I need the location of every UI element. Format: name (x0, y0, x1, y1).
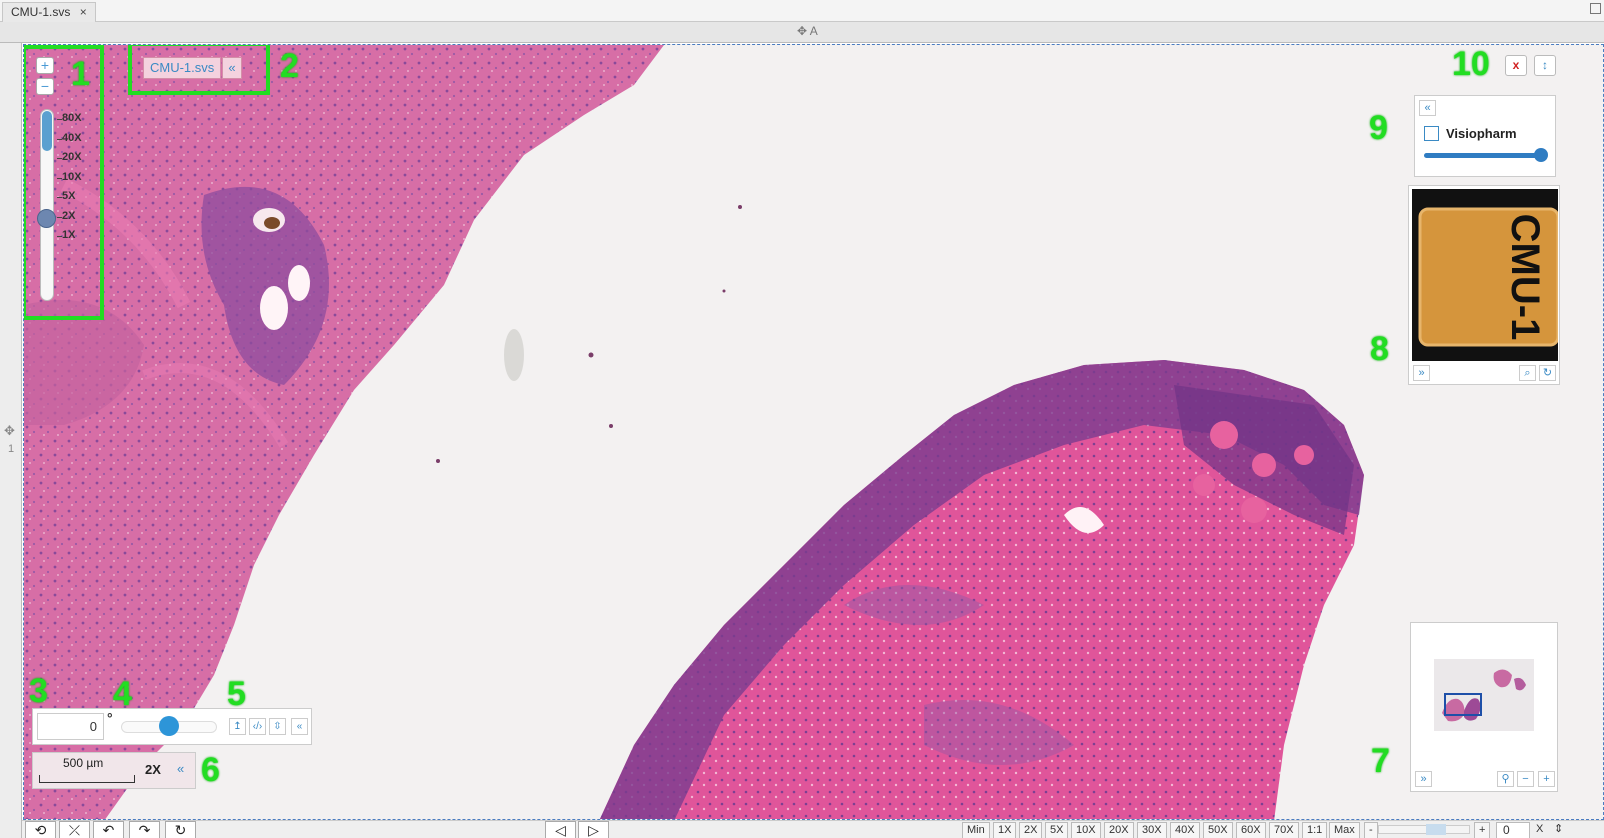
rotation-reset-button[interactable]: ↥ (229, 718, 246, 735)
mag-min-button[interactable]: Min (962, 822, 990, 838)
bottom-toolbar: ⟲ ⤫ ↶ ↷ ↻ ◁ ▷ Min 1X 2X 5X 10X 20X 30X 4… (22, 820, 1604, 838)
rotate-left-tool-icon[interactable]: ↶ (93, 821, 124, 838)
navigator-zoom-in-button[interactable]: + (1538, 771, 1555, 787)
slide-label-zoom-button[interactable]: ⌕ (1519, 365, 1536, 381)
tab-close-icon[interactable]: × (80, 5, 87, 19)
file-label-collapse-button[interactable]: « (222, 57, 242, 79)
mag-60x-button[interactable]: 60X (1236, 822, 1266, 838)
navigator-pin-button[interactable]: ⚲ (1497, 771, 1514, 787)
layer-visiopharm-checkbox[interactable] (1424, 126, 1439, 141)
previous-slide-button[interactable]: ◁ (545, 821, 576, 838)
mag-20x-button[interactable]: 20X (1104, 822, 1134, 838)
mag-1x-button[interactable]: 1X (993, 822, 1017, 838)
slide-label-image: CMU-1 (1412, 189, 1558, 361)
callout-number-3: 3 (29, 672, 48, 710)
navigator-panel: » ⚲ − + (1410, 622, 1558, 792)
mag-70x-button[interactable]: 70X (1269, 822, 1299, 838)
tab-cmu1[interactable]: CMU-1.svs × (2, 2, 96, 22)
rotation-flip-button[interactable]: ‹/› (249, 718, 266, 735)
mag-max-button[interactable]: Max (1329, 822, 1360, 838)
scale-collapse-button[interactable]: « (177, 761, 184, 776)
rotation-angle-input[interactable]: 0 (37, 713, 104, 740)
slide-label-rotate-button[interactable]: ↻ (1539, 365, 1556, 381)
mag-5x-button[interactable]: 5X (1045, 822, 1069, 838)
scale-bar-length: 500 µm (63, 756, 104, 770)
slide-label-photo: CMU-1 (1412, 189, 1558, 361)
zoom-bar-plus-button[interactable]: + (1474, 822, 1491, 838)
zoom-bar-minus-button[interactable]: - (1364, 822, 1378, 838)
move-handle[interactable]: ✥ A (797, 24, 818, 38)
next-slide-button[interactable]: ▷ (578, 821, 609, 838)
layer-opacity-slider[interactable] (1424, 153, 1546, 158)
zoom-spin-button[interactable]: ⇕ (1550, 822, 1567, 838)
maximize-icon[interactable] (1590, 3, 1601, 14)
app-window: CMU-1.svs × ✥ A ✥ 1 1 + − 80X 40X 20X 10… (0, 0, 1604, 838)
callout-number-6: 6 (201, 751, 220, 789)
layer-opacity-knob[interactable] (1534, 148, 1548, 162)
tab-bar: CMU-1.svs × (0, 0, 1604, 22)
rotate-all-tool-icon[interactable]: ⟲ (25, 821, 56, 838)
reset-view-tool-icon[interactable]: ⤫ (59, 821, 90, 838)
layer-panel-collapse-button[interactable]: « (1419, 100, 1436, 116)
slide-label-expand-button[interactable]: » (1413, 365, 1430, 381)
zoom-slider-fill (42, 111, 52, 151)
navigator-zoom-out-button[interactable]: − (1517, 771, 1534, 787)
zoom-level-20x[interactable]: 20X (62, 151, 82, 163)
slide-label-panel: CMU-1 » ⌕ ↻ (1408, 185, 1560, 385)
callout-number-8: 8 (1370, 330, 1389, 368)
zoom-slider-track[interactable] (40, 109, 54, 301)
navigator-thumbnail[interactable] (1434, 659, 1534, 731)
file-name-label[interactable]: CMU-1.svs (143, 57, 222, 79)
zoom-clear-button[interactable]: X (1532, 822, 1547, 838)
zoom-out-button[interactable]: − (36, 78, 54, 95)
rotation-collapse-button[interactable]: « (291, 718, 308, 735)
zoom-panel: + − 80X 40X 20X 10X 5X 2X 1X (24, 45, 104, 317)
zoom-value-field[interactable]: 0 (1496, 822, 1530, 838)
tab-title: CMU-1.svs (11, 5, 71, 19)
layer-panel: « Visiopharm (1414, 95, 1556, 177)
slide-label-text: CMU-1 (1503, 214, 1547, 341)
tissue-image (24, 45, 1364, 819)
navigator-viewport-rect[interactable] (1444, 693, 1482, 716)
callout-number-9: 9 (1369, 109, 1388, 147)
zoom-slider-knob[interactable] (37, 209, 56, 228)
viewer-index: 1 (8, 443, 15, 455)
rotate-cw-tool-icon[interactable]: ↻ (165, 821, 196, 838)
rotate-right-tool-icon[interactable]: ↷ (129, 821, 160, 838)
move-icon[interactable]: ✥ (4, 423, 15, 439)
zoom-level-40x[interactable]: 40X (62, 132, 82, 144)
rotation-slider-knob[interactable] (159, 716, 179, 736)
expand-viewer-button[interactable]: ↕ (1534, 55, 1556, 76)
scale-magnification: 2X (145, 762, 161, 777)
zoom-level-80x[interactable]: 80X (62, 112, 82, 124)
mag-40x-button[interactable]: 40X (1170, 822, 1200, 838)
scale-bar-panel: 500 µm 2X « (32, 752, 196, 789)
callout-number-7: 7 (1371, 742, 1390, 780)
slide-viewport[interactable]: 1 + − 80X 40X 20X 10X 5X 2X 1X 2 CMU-1.s… (23, 44, 1604, 820)
layer-visiopharm-label: Visiopharm (1446, 126, 1517, 141)
zoom-bar-track[interactable] (1378, 825, 1470, 834)
rotation-swap-button[interactable]: ⇳ (269, 718, 286, 735)
zoom-level-10x[interactable]: 10X (62, 171, 82, 183)
zoom-bar-handle[interactable] (1426, 824, 1446, 835)
mag-2x-button[interactable]: 2X (1019, 822, 1043, 838)
zoom-level-1x[interactable]: 1X (62, 229, 75, 241)
mag-50x-button[interactable]: 50X (1203, 822, 1233, 838)
mag-10x-button[interactable]: 10X (1071, 822, 1101, 838)
viewer-header: ✥ A (0, 22, 1604, 43)
zoom-in-button[interactable]: + (36, 57, 54, 74)
close-viewer-button[interactable]: x (1505, 55, 1527, 76)
scale-bar-line (39, 775, 135, 783)
callout-number-10: 10 (1452, 45, 1490, 83)
zoom-level-5x[interactable]: 5X (62, 190, 75, 202)
navigator-expand-button[interactable]: » (1415, 771, 1432, 787)
zoom-level-2x[interactable]: 2X (62, 210, 75, 222)
mag-30x-button[interactable]: 30X (1137, 822, 1167, 838)
callout-number-2: 2 (280, 47, 299, 85)
rotation-panel: 0 ° ↥ ‹/› ⇳ « (32, 708, 312, 745)
viewer-side-strip: ✥ 1 (0, 43, 22, 838)
rotation-degree-symbol: ° (107, 710, 113, 726)
mag-1to1-button[interactable]: 1:1 (1302, 822, 1328, 838)
